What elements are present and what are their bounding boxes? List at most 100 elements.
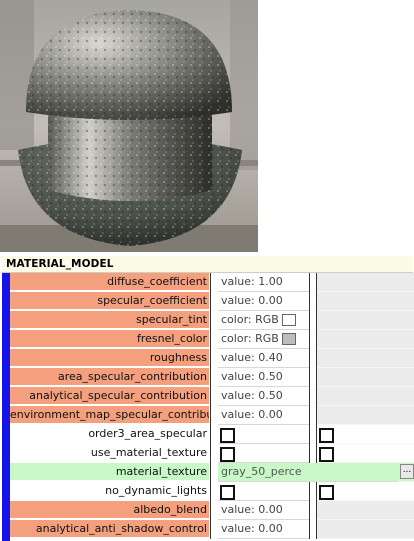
param-name: no_dynamic_lights xyxy=(10,482,209,500)
texture-path-field[interactable]: gray_50_perce xyxy=(218,463,398,482)
override-cell xyxy=(317,273,414,292)
column-divider xyxy=(210,520,218,539)
param-color-field[interactable]: color: RGB xyxy=(218,330,309,349)
param-row-analytical-specular-contribution: analytical_specular_contribution value: … xyxy=(10,387,414,406)
column-divider xyxy=(210,482,218,501)
column-divider xyxy=(309,387,317,406)
color-label: color: RGB xyxy=(221,332,279,345)
param-value-field[interactable]: value: 0.00 xyxy=(218,406,309,425)
column-divider xyxy=(210,349,218,368)
param-value-field[interactable]: value: 0.50 xyxy=(218,387,309,406)
param-row-fresnel-color: fresnel_color color: RGB xyxy=(10,330,414,349)
override-checkbox[interactable] xyxy=(319,447,334,462)
param-name: analytical_specular_contribution xyxy=(10,387,209,405)
color-swatch-button[interactable] xyxy=(281,314,296,326)
column-divider xyxy=(210,444,218,463)
param-row-diffuse-coefficient: diffuse_coefficient value: 1.00 xyxy=(10,273,414,292)
param-row-environment-map-specular-contribution: environment_map_specular_contribution va… xyxy=(10,406,414,425)
override-cell xyxy=(317,387,414,406)
override-cell xyxy=(317,368,414,387)
param-row-analytical-anti-shadow-control: analytical_anti_shadow_control value: 0.… xyxy=(10,520,414,539)
param-name: material_texture xyxy=(10,463,209,481)
param-name: albedo_blend xyxy=(10,501,209,519)
param-value-field[interactable]: value: 0.00 xyxy=(218,501,309,520)
override-cell xyxy=(317,311,414,330)
override-cell xyxy=(317,330,414,349)
section-accent-bar xyxy=(2,273,10,541)
column-divider xyxy=(309,425,317,444)
column-divider xyxy=(210,311,218,330)
param-value-field[interactable]: value: 0.40 xyxy=(218,349,309,368)
param-value-field[interactable]: value: 1.00 xyxy=(218,273,309,292)
column-divider xyxy=(309,292,317,311)
column-divider xyxy=(309,330,317,349)
override-checkbox[interactable] xyxy=(319,485,334,500)
param-row-specular-coefficient: specular_coefficient value: 0.00 xyxy=(10,292,414,311)
override-cell xyxy=(317,520,414,539)
color-label: color: RGB xyxy=(221,313,279,326)
override-cell xyxy=(317,292,414,311)
column-divider xyxy=(309,311,317,330)
param-checkbox[interactable] xyxy=(220,447,235,462)
param-checkbox-cell xyxy=(218,444,309,463)
column-divider xyxy=(210,463,218,482)
param-checkbox-cell xyxy=(218,482,309,501)
param-name: specular_tint xyxy=(10,311,209,329)
material-sphere-preview-icon xyxy=(0,0,258,252)
override-cell xyxy=(317,501,414,520)
override-cell xyxy=(317,482,414,501)
override-cell xyxy=(317,406,414,425)
param-row-albedo-blend: albedo_blend value: 0.00 xyxy=(10,501,414,520)
section-title: MATERIAL_MODEL xyxy=(6,258,114,270)
texture-browse-cell: ... xyxy=(398,463,414,482)
column-divider xyxy=(309,444,317,463)
param-name: diffuse_coefficient xyxy=(10,273,209,291)
override-cell xyxy=(317,444,414,463)
param-color-field[interactable]: color: RGB xyxy=(218,311,309,330)
param-value-field[interactable]: value: 0.50 xyxy=(218,368,309,387)
param-name: environment_map_specular_contribution xyxy=(10,406,209,424)
param-name: analytical_anti_shadow_control xyxy=(10,520,209,538)
column-divider xyxy=(210,387,218,406)
param-name: use_material_texture xyxy=(10,444,209,462)
material-preview xyxy=(0,0,258,252)
column-divider xyxy=(309,501,317,520)
param-name: area_specular_contribution xyxy=(10,368,209,386)
column-divider xyxy=(210,501,218,520)
param-row-roughness: roughness value: 0.40 xyxy=(10,349,414,368)
column-divider xyxy=(309,349,317,368)
param-checkbox[interactable] xyxy=(220,428,235,443)
browse-texture-button[interactable]: ... xyxy=(400,464,414,479)
param-row-specular-tint: specular_tint color: RGB xyxy=(10,311,414,330)
param-name: specular_coefficient xyxy=(10,292,209,310)
color-swatch-button[interactable] xyxy=(281,333,296,345)
param-name: roughness xyxy=(10,349,209,367)
column-divider xyxy=(309,406,317,425)
param-row-no-dynamic-lights: no_dynamic_lights xyxy=(10,482,414,501)
param-checkbox-cell xyxy=(218,425,309,444)
column-divider xyxy=(309,273,317,292)
param-row-material-texture: material_texture gray_50_perce ... xyxy=(10,463,414,482)
column-divider xyxy=(210,406,218,425)
param-row-area-specular-contribution: area_specular_contribution value: 0.50 xyxy=(10,368,414,387)
column-divider xyxy=(309,520,317,539)
parameter-list: diffuse_coefficient value: 1.00 specular… xyxy=(10,273,414,539)
column-divider xyxy=(210,425,218,444)
column-divider xyxy=(309,368,317,387)
override-checkbox[interactable] xyxy=(319,428,334,443)
column-divider xyxy=(210,330,218,349)
override-cell xyxy=(317,425,414,444)
param-row-order3-area-specular: order3_area_specular xyxy=(10,425,414,444)
param-row-use-material-texture: use_material_texture xyxy=(10,444,414,463)
column-divider xyxy=(309,482,317,501)
param-value-field[interactable]: value: 0.00 xyxy=(218,292,309,311)
override-cell xyxy=(317,349,414,368)
param-name: fresnel_color xyxy=(10,330,209,348)
column-divider xyxy=(210,273,218,292)
param-value-field[interactable]: value: 0.00 xyxy=(218,520,309,539)
param-checkbox[interactable] xyxy=(220,485,235,500)
column-divider xyxy=(210,292,218,311)
section-header[interactable]: MATERIAL_MODEL xyxy=(1,256,413,273)
column-divider xyxy=(210,368,218,387)
param-name: order3_area_specular xyxy=(10,425,209,443)
